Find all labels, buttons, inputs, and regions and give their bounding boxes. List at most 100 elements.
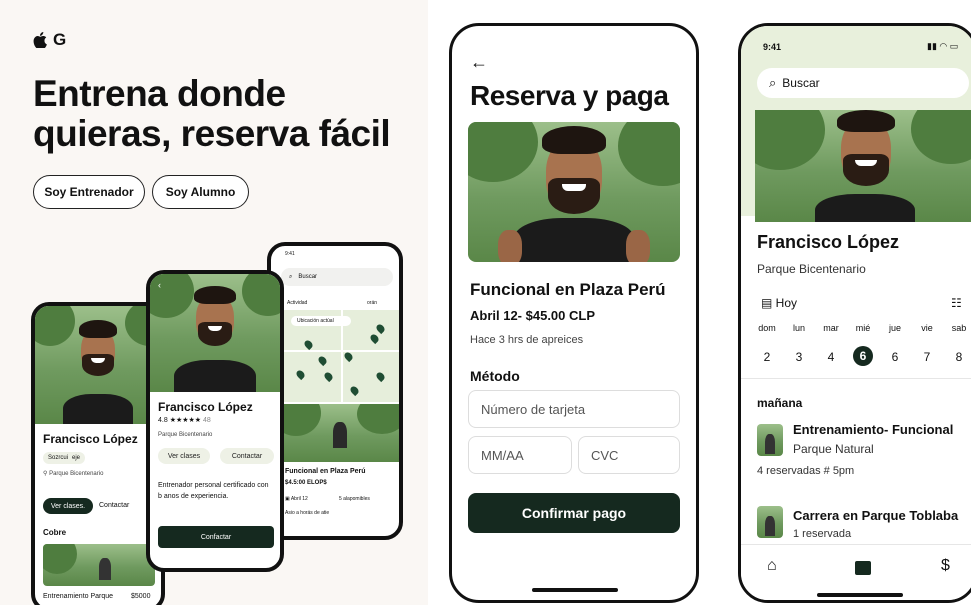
filter-icon[interactable]: ☷ [951,296,962,310]
student-button[interactable]: Soy Alumno [152,175,249,209]
confirm-payment-button[interactable]: Confirmar pago [468,493,680,533]
card-number-input[interactable]: Número de tarjeta [468,390,680,428]
trainer-name: Francisco López [43,432,138,446]
date-cell[interactable]: 2 [757,350,777,364]
location-row: ⚲ Parque Bicentenario [43,470,103,477]
hero-line-1: Entrena donde [33,73,286,114]
search-placeholder: Buscar [782,76,820,90]
map-pin[interactable] [374,370,387,383]
today-label: Hoy [775,296,798,310]
tag-label-2: eje [72,455,81,461]
rating-row: 4.8 ★★★★★ 48 [158,416,211,424]
map-pin[interactable] [368,332,381,345]
day-label: mié [855,323,871,333]
trainer-photo [35,306,161,424]
class-price: $4.5:00 ELOP$ [285,480,327,486]
search-icon: ⌕ [769,75,777,90]
trainer-location: Parque Bicentenario [757,262,866,276]
map-view[interactable]: Ubicación actúal [281,310,399,402]
class-title: Funcional en Plaza Perú [470,280,666,299]
day-label: vie [921,323,933,333]
section-title: mañana [757,396,803,410]
search-placeholder: Buscar [298,274,318,280]
date-cell-selected[interactable]: 6 [853,346,873,366]
cvc-input[interactable]: CVC [578,436,680,474]
apple-icon [33,32,47,48]
filter-activity[interactable]: Actividad [287,300,307,306]
bottom-nav: ⌂ $ [741,544,971,600]
contact-link[interactable]: Contactar [99,502,129,509]
phone-mockup-profile: Francisco López Sozrcui eje ⚲ Parque Bic… [31,302,165,605]
item-thumbnail [757,424,783,456]
date-cell[interactable]: 8 [949,350,969,364]
day-label: jue [888,323,901,333]
calendar-icon: ▤ [761,296,776,310]
map-pin[interactable] [294,368,307,381]
date-cell[interactable]: 3 [789,350,809,364]
trainer-photo [468,122,680,262]
page-title: Reserva y paga [470,80,669,111]
today-row[interactable]: ▤ Hoy [761,296,797,310]
contact-button[interactable]: Contactar [220,448,274,464]
class-price: $5000 [131,593,151,600]
date-cell[interactable]: 4 [821,350,841,364]
home-indicator [817,593,903,597]
hero-line-2: quieras, reserva fácil [33,113,391,154]
status-icons: ▮▮ ◠ ▭ [927,41,959,51]
map-pin[interactable] [302,338,315,351]
item-title: Entrenamiento- Funcional [793,422,954,437]
review-count: 48 [203,417,211,424]
view-classes-button[interactable]: Ver clases [158,448,210,464]
hero-heading: Entrena donde quieras, reserva fácil [33,74,413,154]
day-label: sab [951,323,967,333]
calendar-tab-icon[interactable] [855,561,871,575]
star-icons: ★★★★★ [169,417,202,424]
trainer-button[interactable]: Soy Entrenador [33,175,145,209]
filter-order[interactable]: orán [367,300,377,306]
status-time: 9:41 [285,251,295,257]
day-label: mar [823,323,839,333]
tag-label-1: Sozrcui [48,455,69,461]
map-pin[interactable] [316,354,329,367]
posted-time: Hace 3 hrs de apreices [470,334,584,346]
view-classes-button[interactable]: Ver clases. [43,498,93,514]
back-arrow-icon[interactable]: ← [470,52,488,73]
item-meta: 4 reservadas # 5pm [757,465,855,477]
day-label: dom [758,323,776,333]
location-text: Parque Bicentenario [158,432,213,438]
trainer-photo [755,110,971,222]
map-pin[interactable] [348,384,361,397]
class-date-price: Abril 12- $45.00 CLP [470,308,595,323]
trainer-bio: Entrenador personal certificado con b an… [158,482,269,500]
class-date-row: ▣ Abril 12 [285,496,308,502]
divider [741,378,971,379]
search-bar[interactable]: ⌕ Buscar [757,68,969,98]
contact-cta-button[interactable]: Confactar [158,526,274,548]
class-title: Entrenamiento Parque [43,593,114,600]
phone-schedule: 9:41 ▮▮ ◠ ▭ ⌕ Buscar Francisco López Parq… [738,23,971,603]
trainer-name: Francisco López [757,232,900,252]
date-cell[interactable]: 6 [885,350,905,364]
phone-checkout: ← Reserva y paga Funcional en Plaza Perú… [449,23,699,603]
payment-method-label: Método [470,368,520,384]
phone-mockup-map: 9:41 ⌕ Buscar Actividad orán Ubicación ac… [267,242,403,540]
map-pin[interactable] [374,322,387,335]
search-bar[interactable]: ⌕ Buscar [281,268,393,286]
dollar-icon[interactable]: $ [941,557,950,575]
home-icon[interactable]: ⌂ [767,557,777,575]
home-indicator [532,588,618,592]
date-cell[interactable]: 7 [917,350,937,364]
map-pin[interactable] [342,350,355,363]
class-note: Asio a horás de atie [285,510,330,516]
search-icon: ⌕ [289,273,293,280]
expiry-input[interactable]: MM/AA [468,436,572,474]
class-spots: 5 alapomibles [339,496,370,502]
map-pin[interactable] [322,370,335,383]
day-label: lun [792,323,805,333]
brand-letter: G [53,30,67,49]
phone-mockup-trainer: ‹ Francisco López 4.8 ★★★★★ 48 Parque Bi… [146,270,284,572]
back-icon[interactable]: ‹ [158,280,161,290]
status-time: 9:41 [763,42,782,52]
trainer-name: Francisco López [158,400,253,414]
section-title: Cobre [43,528,67,537]
